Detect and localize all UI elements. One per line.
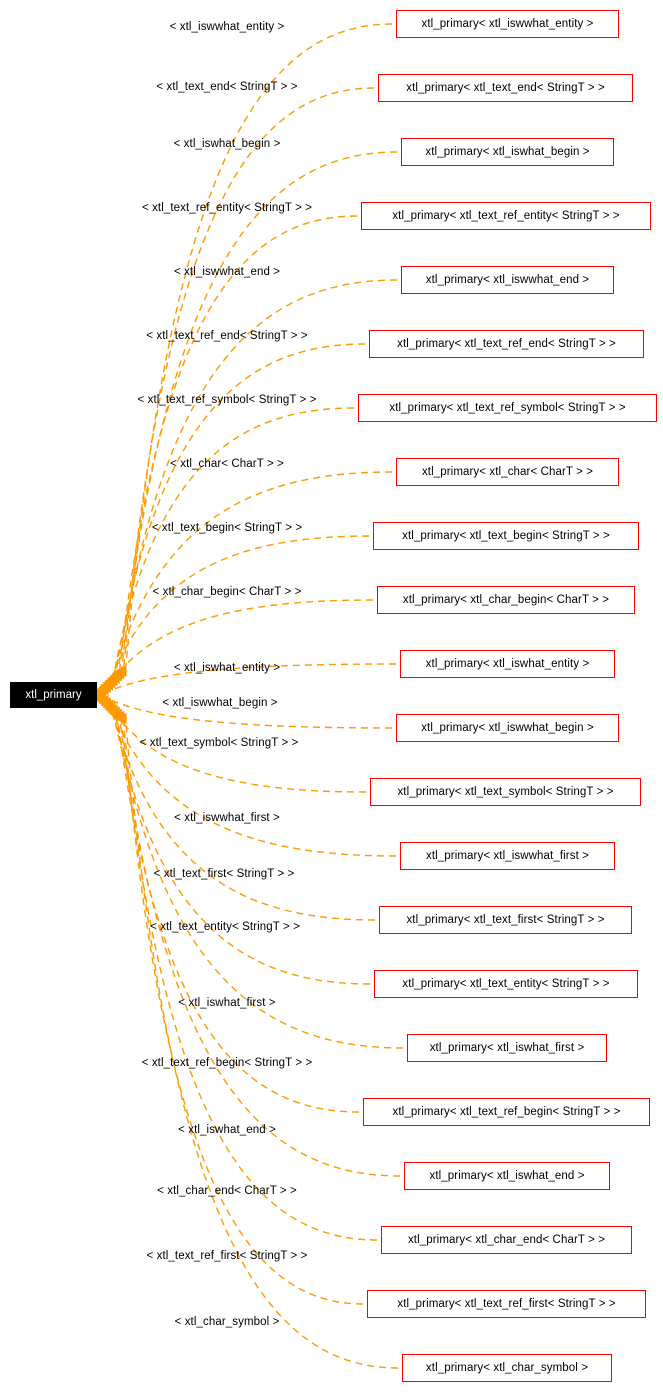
class-node[interactable]: xtl_primary< xtl_text_ref_begin< StringT… bbox=[363, 1098, 650, 1126]
class-node[interactable]: xtl_primary< xtl_text_first< StringT > > bbox=[379, 906, 632, 934]
inheritance-edge bbox=[118, 711, 401, 1177]
edge-arrowhead bbox=[106, 672, 120, 684]
edge-arrowhead bbox=[104, 674, 118, 686]
edge-label: < xtl_iswwhat_begin > bbox=[162, 697, 278, 709]
edge-arrowhead bbox=[111, 710, 125, 722]
class-node[interactable]: xtl_primary< xtl_text_end< StringT > > bbox=[378, 74, 633, 102]
class-node[interactable]: xtl_primary< xtl_text_symbol< StringT > … bbox=[370, 778, 641, 806]
inheritance-edge bbox=[106, 700, 397, 857]
class-node[interactable]: xtl_primary< xtl_text_ref_end< StringT >… bbox=[369, 330, 644, 358]
edge-arrowhead bbox=[102, 701, 116, 713]
inheritance-edge bbox=[111, 407, 355, 686]
edge-label: < xtl_text_symbol< StringT > > bbox=[139, 737, 299, 749]
inheritance-edge bbox=[124, 23, 393, 672]
class-node[interactable]: xtl_primary< xtl_iswhat_end > bbox=[404, 1162, 610, 1190]
class-node[interactable]: xtl_primary< xtl_char< CharT > > bbox=[396, 458, 619, 486]
edge-label: < xtl_iswhat_entity > bbox=[173, 662, 281, 674]
class-node[interactable]: xtl_primary< xtl_char_symbol > bbox=[402, 1354, 612, 1382]
edge-arrowhead bbox=[113, 713, 127, 725]
class-node[interactable]: xtl_primary< xtl_iswhat_first > bbox=[407, 1034, 607, 1062]
edge-label: < xtl_text_ref_symbol< StringT > > bbox=[137, 394, 317, 406]
edge-arrowhead bbox=[111, 668, 125, 680]
inheritance-edge bbox=[120, 714, 378, 1241]
inheritance-edge bbox=[118, 215, 358, 679]
class-node[interactable]: xtl_primary< xtl_iswwhat_end > bbox=[401, 266, 614, 294]
inheritance-edge bbox=[122, 716, 364, 1305]
edge-label: < xtl_text_ref_first< StringT > > bbox=[146, 1250, 308, 1262]
edge-label: < xtl_text_entity< StringT > > bbox=[150, 921, 300, 933]
inheritance-diagram: xtl_primary xtl_primary< xtl_iswwhat_ent… bbox=[0, 0, 663, 1399]
edge-label: < xtl_char< CharT > > bbox=[170, 458, 284, 470]
class-node[interactable]: xtl_primary< xtl_text_ref_entity< String… bbox=[361, 202, 651, 230]
edge-label: < xtl_text_ref_end< StringT > > bbox=[146, 330, 308, 342]
root-node-xtl-primary[interactable]: xtl_primary bbox=[10, 682, 97, 708]
edge-arrowhead bbox=[97, 681, 111, 693]
edge-label: < xtl_char_symbol > bbox=[174, 1316, 280, 1328]
edge-label: < xtl_text_ref_entity< StringT > > bbox=[141, 202, 313, 214]
edge-arrowhead bbox=[109, 708, 123, 720]
edge-arrowhead bbox=[95, 695, 109, 707]
class-node[interactable]: xtl_primary< xtl_iswwhat_begin > bbox=[396, 714, 619, 742]
inheritance-edge bbox=[104, 599, 374, 693]
edge-label: < xtl_text_end< StringT > > bbox=[156, 81, 298, 93]
edge-arrowhead bbox=[106, 706, 120, 718]
edge-arrowhead bbox=[95, 683, 109, 695]
class-node[interactable]: xtl_primary< xtl_iswwhat_entity > bbox=[396, 10, 619, 38]
inheritance-edge bbox=[109, 471, 393, 688]
inheritance-edge bbox=[115, 709, 360, 1113]
class-node[interactable]: xtl_primary< xtl_text_ref_symbol< String… bbox=[358, 394, 657, 422]
edge-arrowhead bbox=[102, 677, 116, 689]
edge-label: < xtl_text_ref_begin< StringT > > bbox=[141, 1057, 313, 1069]
edge-label: < xtl_iswhat_end > bbox=[178, 1124, 276, 1136]
class-node[interactable]: xtl_primary< xtl_char_begin< CharT > > bbox=[377, 586, 635, 614]
edge-label: < xtl_iswhat_first > bbox=[178, 997, 276, 1009]
class-node[interactable]: xtl_primary< xtl_text_begin< StringT > > bbox=[373, 522, 639, 550]
edge-label: < xtl_iswwhat_first > bbox=[174, 812, 280, 824]
edge-label: < xtl_text_first< StringT > > bbox=[153, 868, 295, 880]
class-node[interactable]: xtl_primary< xtl_char_end< CharT > > bbox=[381, 1226, 632, 1254]
edge-label: < xtl_iswhat_begin > bbox=[173, 138, 281, 150]
edge-label: < xtl_text_begin< StringT > > bbox=[151, 522, 303, 534]
edge-arrowhead bbox=[100, 699, 114, 711]
class-node[interactable]: xtl_primary< xtl_iswhat_entity > bbox=[400, 650, 615, 678]
edge-arrowhead bbox=[113, 666, 127, 678]
class-node[interactable]: xtl_primary< xtl_text_entity< StringT > … bbox=[374, 970, 638, 998]
edge-arrowhead bbox=[100, 679, 114, 691]
edge-arrowhead bbox=[109, 670, 123, 682]
edge-label: < xtl_char_end< CharT > > bbox=[157, 1185, 297, 1197]
class-node[interactable]: xtl_primary< xtl_text_ref_first< StringT… bbox=[367, 1290, 646, 1318]
edge-label: < xtl_iswwhat_entity > bbox=[169, 21, 285, 33]
edge-arrowhead bbox=[97, 697, 111, 709]
edge-label: < xtl_iswwhat_end > bbox=[173, 266, 281, 278]
class-node[interactable]: xtl_primary< xtl_iswhat_begin > bbox=[401, 138, 614, 166]
class-node[interactable]: xtl_primary< xtl_iswwhat_first > bbox=[400, 842, 615, 870]
edge-label: < xtl_char_begin< CharT > > bbox=[152, 586, 302, 598]
edge-arrowhead bbox=[104, 704, 118, 716]
